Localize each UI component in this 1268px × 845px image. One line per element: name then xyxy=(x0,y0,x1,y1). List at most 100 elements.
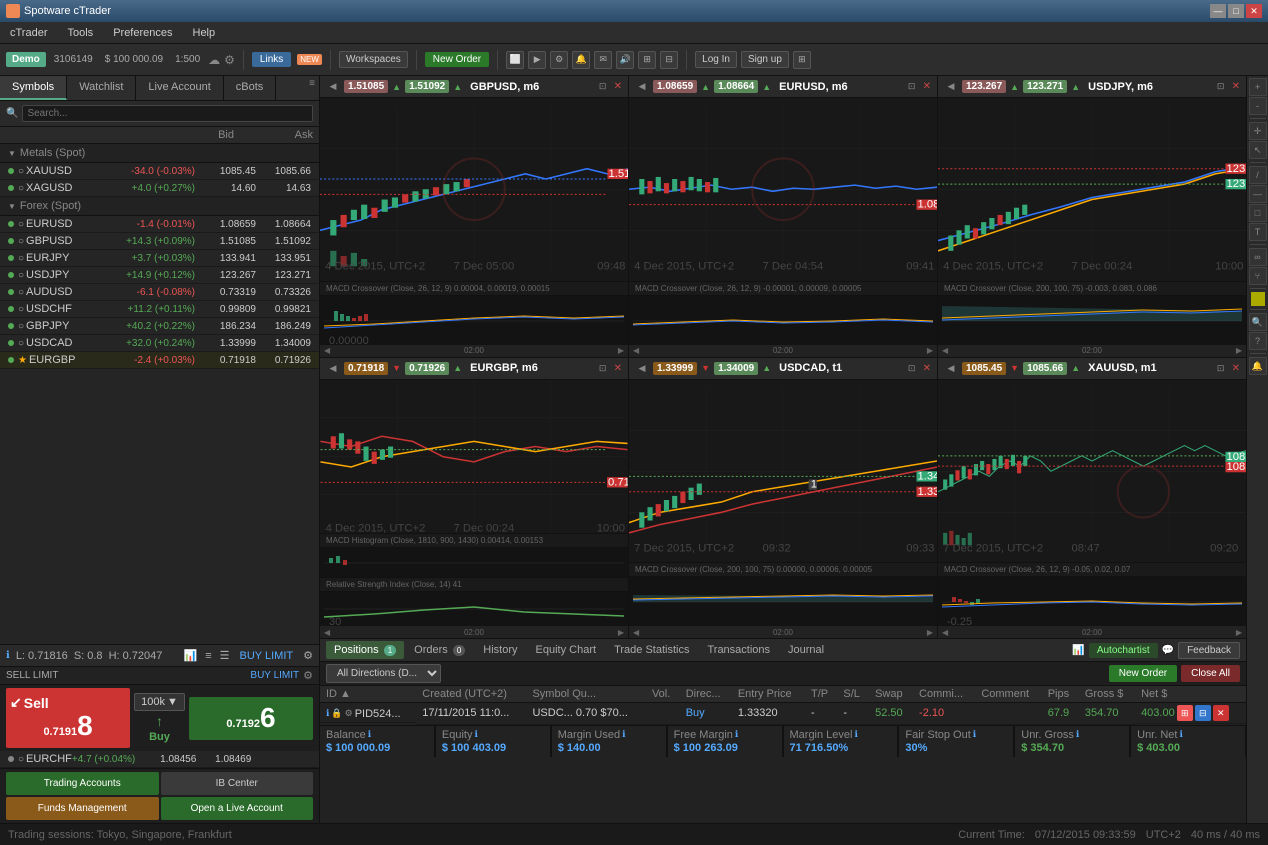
ib-center-button[interactable]: IB Center xyxy=(161,772,314,795)
buy-limit-btn[interactable]: BUY LIMIT xyxy=(240,650,294,662)
close-position-icon[interactable]: ⊞ xyxy=(1177,705,1193,721)
menu-ctrader[interactable]: cTrader xyxy=(6,25,52,41)
chart-usdjpy: ◀ 123.267 ▲ 123.271 ▲ USDJPY, m6 ⊡ ✕ xyxy=(938,76,1246,357)
tab-transactions[interactable]: Transactions xyxy=(699,641,778,659)
workspaces-button[interactable]: Workspaces xyxy=(339,51,408,68)
crosshair-btn[interactable]: ✛ xyxy=(1249,122,1267,140)
grid-icon[interactable]: ⊞ xyxy=(793,51,811,69)
tab-live-account[interactable]: Live Account xyxy=(136,76,223,100)
settings2-icon[interactable]: ⚙ xyxy=(550,51,568,69)
tab-history[interactable]: History xyxy=(475,641,525,659)
mail-icon[interactable]: ✉ xyxy=(594,51,612,69)
funds-management-button[interactable]: Funds Management xyxy=(6,797,159,820)
search2-btn[interactable]: ? xyxy=(1249,332,1267,350)
autochartist-button[interactable]: Autochartist xyxy=(1089,643,1158,658)
login-button[interactable]: Log In xyxy=(695,51,737,68)
feedback-button[interactable]: Feedback xyxy=(1178,642,1240,659)
symbol-row-audusd[interactable]: ○ AUDUSD -6.1 (-0.08%) 0.73319 0.73326 xyxy=(0,284,319,301)
svg-text:09:20: 09:20 xyxy=(1210,542,1238,554)
panel-config-icon[interactable]: ≡ xyxy=(305,76,319,100)
symbol-row-eurjpy[interactable]: ○ EURJPY +3.7 (+0.03%) 133.941 133.951 xyxy=(0,250,319,267)
tab-symbols[interactable]: Symbols xyxy=(0,76,67,100)
chart-icon[interactable]: 📊 xyxy=(184,649,198,662)
horizontal-btn[interactable]: — xyxy=(1249,185,1267,203)
list2-icon[interactable]: ☰ xyxy=(220,649,230,662)
magnify-btn[interactable]: 🔍 xyxy=(1249,313,1267,331)
list-icon[interactable]: ≡ xyxy=(205,650,211,662)
trading-accounts-button[interactable]: Trading Accounts xyxy=(6,772,159,795)
detach-icon[interactable]: ⊡ xyxy=(596,80,610,94)
svg-text:7 Dec 2015, UTC+2: 7 Dec 2015, UTC+2 xyxy=(634,542,734,554)
sell-price-box[interactable]: ↙ Sell 0.71918 xyxy=(6,688,130,748)
symbol-row-xauusd[interactable]: ○ XAUUSD -34.0 (-0.03%) 1085.45 1085.66 xyxy=(0,163,319,180)
delete-position-icon[interactable]: ✕ xyxy=(1213,705,1229,721)
menu-tools[interactable]: Tools xyxy=(64,25,98,41)
layout-icon[interactable]: ⊞ xyxy=(638,51,656,69)
open-live-account-button[interactable]: Open a Live Account xyxy=(161,797,314,820)
status-right: Current Time: 07/12/2015 09:33:59 UTC+2 … xyxy=(958,829,1260,841)
tab-watchlist[interactable]: Watchlist xyxy=(67,76,136,100)
trade-controls-bar: ↙ Sell 0.71918 100k ▼ ↑ Buy 0.71926 xyxy=(0,684,319,751)
pitchfork-btn[interactable]: ⑂ xyxy=(1249,267,1267,285)
tab-journal[interactable]: Journal xyxy=(780,641,832,659)
color-picker[interactable] xyxy=(1251,292,1265,306)
symbol-row-eurchf[interactable]: ○ EURCHF +4.7 (+0.04%) 1.08456 1.08469 xyxy=(0,751,319,768)
tab-equity-chart[interactable]: Equity Chart xyxy=(528,641,605,659)
symbol-row-eurgbp[interactable]: ★ EURGBP -2.4 (+0.03%) 0.71918 0.71926 xyxy=(0,352,319,369)
symbol-row-usdjpy[interactable]: ○ USDJPY +14.9 (+0.12%) 123.267 123.271 xyxy=(0,267,319,284)
buy-limit-label[interactable]: BUY LIMIT xyxy=(250,670,299,681)
direction-filter[interactable]: All Directions (D... xyxy=(326,664,441,683)
tab-positions[interactable]: Positions 1 xyxy=(326,641,404,659)
cursor-btn[interactable]: ↖ xyxy=(1249,141,1267,159)
bell-btn[interactable]: 🔔 xyxy=(1249,357,1267,375)
play-icon[interactable]: ▶ xyxy=(528,51,546,69)
tab-trade-statistics[interactable]: Trade Statistics xyxy=(606,641,697,659)
text-btn[interactable]: T xyxy=(1249,223,1267,241)
zoom-in-btn[interactable]: + xyxy=(1249,78,1267,96)
symbol-row-usdchf[interactable]: ○ USDCHF +11.2 (+0.11%) 0.99809 0.99821 xyxy=(0,301,319,318)
notification-icon[interactable]: 🔔 xyxy=(572,51,590,69)
symbol-row-xagusd[interactable]: ○ XAGUSD +4.0 (+0.27%) 14.60 14.63 xyxy=(0,180,319,197)
chart-nav-bar: ◀ 02:00 ▶ xyxy=(320,345,628,357)
menu-preferences[interactable]: Preferences xyxy=(109,25,176,41)
settings3-icon[interactable]: ⚙ xyxy=(303,649,313,662)
maximize-btn[interactable]: □ xyxy=(1228,4,1244,18)
account-id: 3106149 xyxy=(54,54,93,65)
signup-button[interactable]: Sign up xyxy=(741,51,789,68)
rectangle-btn[interactable]: □ xyxy=(1249,204,1267,222)
chart-type-icon[interactable]: ⬜ xyxy=(506,51,524,69)
buy-settings-icon[interactable]: ⚙ xyxy=(303,669,313,682)
search-input[interactable] xyxy=(22,105,313,122)
trendline-btn[interactable]: / xyxy=(1249,166,1267,184)
minimize-btn[interactable]: — xyxy=(1210,4,1226,18)
menu-help[interactable]: Help xyxy=(189,25,220,41)
spread-S: S: 0.8 xyxy=(74,650,103,662)
lot-selector[interactable]: 100k ▼ xyxy=(134,693,185,711)
close-all-button[interactable]: Close All xyxy=(1181,665,1240,682)
tab-cbots[interactable]: cBots xyxy=(224,76,277,100)
settings-icon[interactable]: ⚙ xyxy=(224,53,235,67)
left-panel-tabs: Symbols Watchlist Live Account cBots ≡ xyxy=(0,76,319,101)
modify-position-icon[interactable]: ⊟ xyxy=(1195,705,1211,721)
screen-icon[interactable]: ⊟ xyxy=(660,51,678,69)
new-order-toolbar-button[interactable]: New Order xyxy=(425,52,489,67)
tab-orders[interactable]: Orders 0 xyxy=(406,641,473,659)
volume-icon[interactable]: 🔊 xyxy=(616,51,634,69)
fibonacci-btn[interactable]: ∞ xyxy=(1249,248,1267,266)
group-forex[interactable]: ▼ Forex (Spot) xyxy=(0,197,319,216)
chart-gbpusd-body[interactable]: 1.51085 4 Dec 2015, UTC+2 7 Dec 05:00 09… xyxy=(320,98,628,281)
close-chart-icon[interactable]: ✕ xyxy=(614,81,622,92)
links-button[interactable]: Links xyxy=(252,52,291,67)
symbol-row-usdcad[interactable]: ○ USDCAD +32.0 (+0.24%) 1.33999 1.34009 xyxy=(0,335,319,352)
close-btn[interactable]: ✕ xyxy=(1246,4,1262,18)
chart-back-btn[interactable]: ◀ xyxy=(326,80,340,94)
new-order-panel-button[interactable]: New Order xyxy=(1109,665,1177,682)
symbol-row-gbpusd[interactable]: ○ GBPUSD +14.3 (+0.09%) 1.51085 1.51092 xyxy=(0,233,319,250)
symbol-row-gbpjpy[interactable]: ○ GBPJPY +40.2 (+0.22%) 186.234 186.249 xyxy=(0,318,319,335)
position-row[interactable]: ℹ 🔒 ⚙ PID524... 17/11/2015 11:0... USDC.… xyxy=(320,703,1246,725)
sell-limit-label[interactable]: SELL LIMIT xyxy=(6,670,58,681)
group-metals[interactable]: ▼ Metals (Spot) xyxy=(0,144,319,163)
zoom-out-btn[interactable]: - xyxy=(1249,97,1267,115)
buy-price-box[interactable]: 0.71926 xyxy=(189,697,313,740)
symbol-row-eurusd[interactable]: ○ EURUSD -1.4 (-0.01%) 1.08659 1.08664 xyxy=(0,216,319,233)
